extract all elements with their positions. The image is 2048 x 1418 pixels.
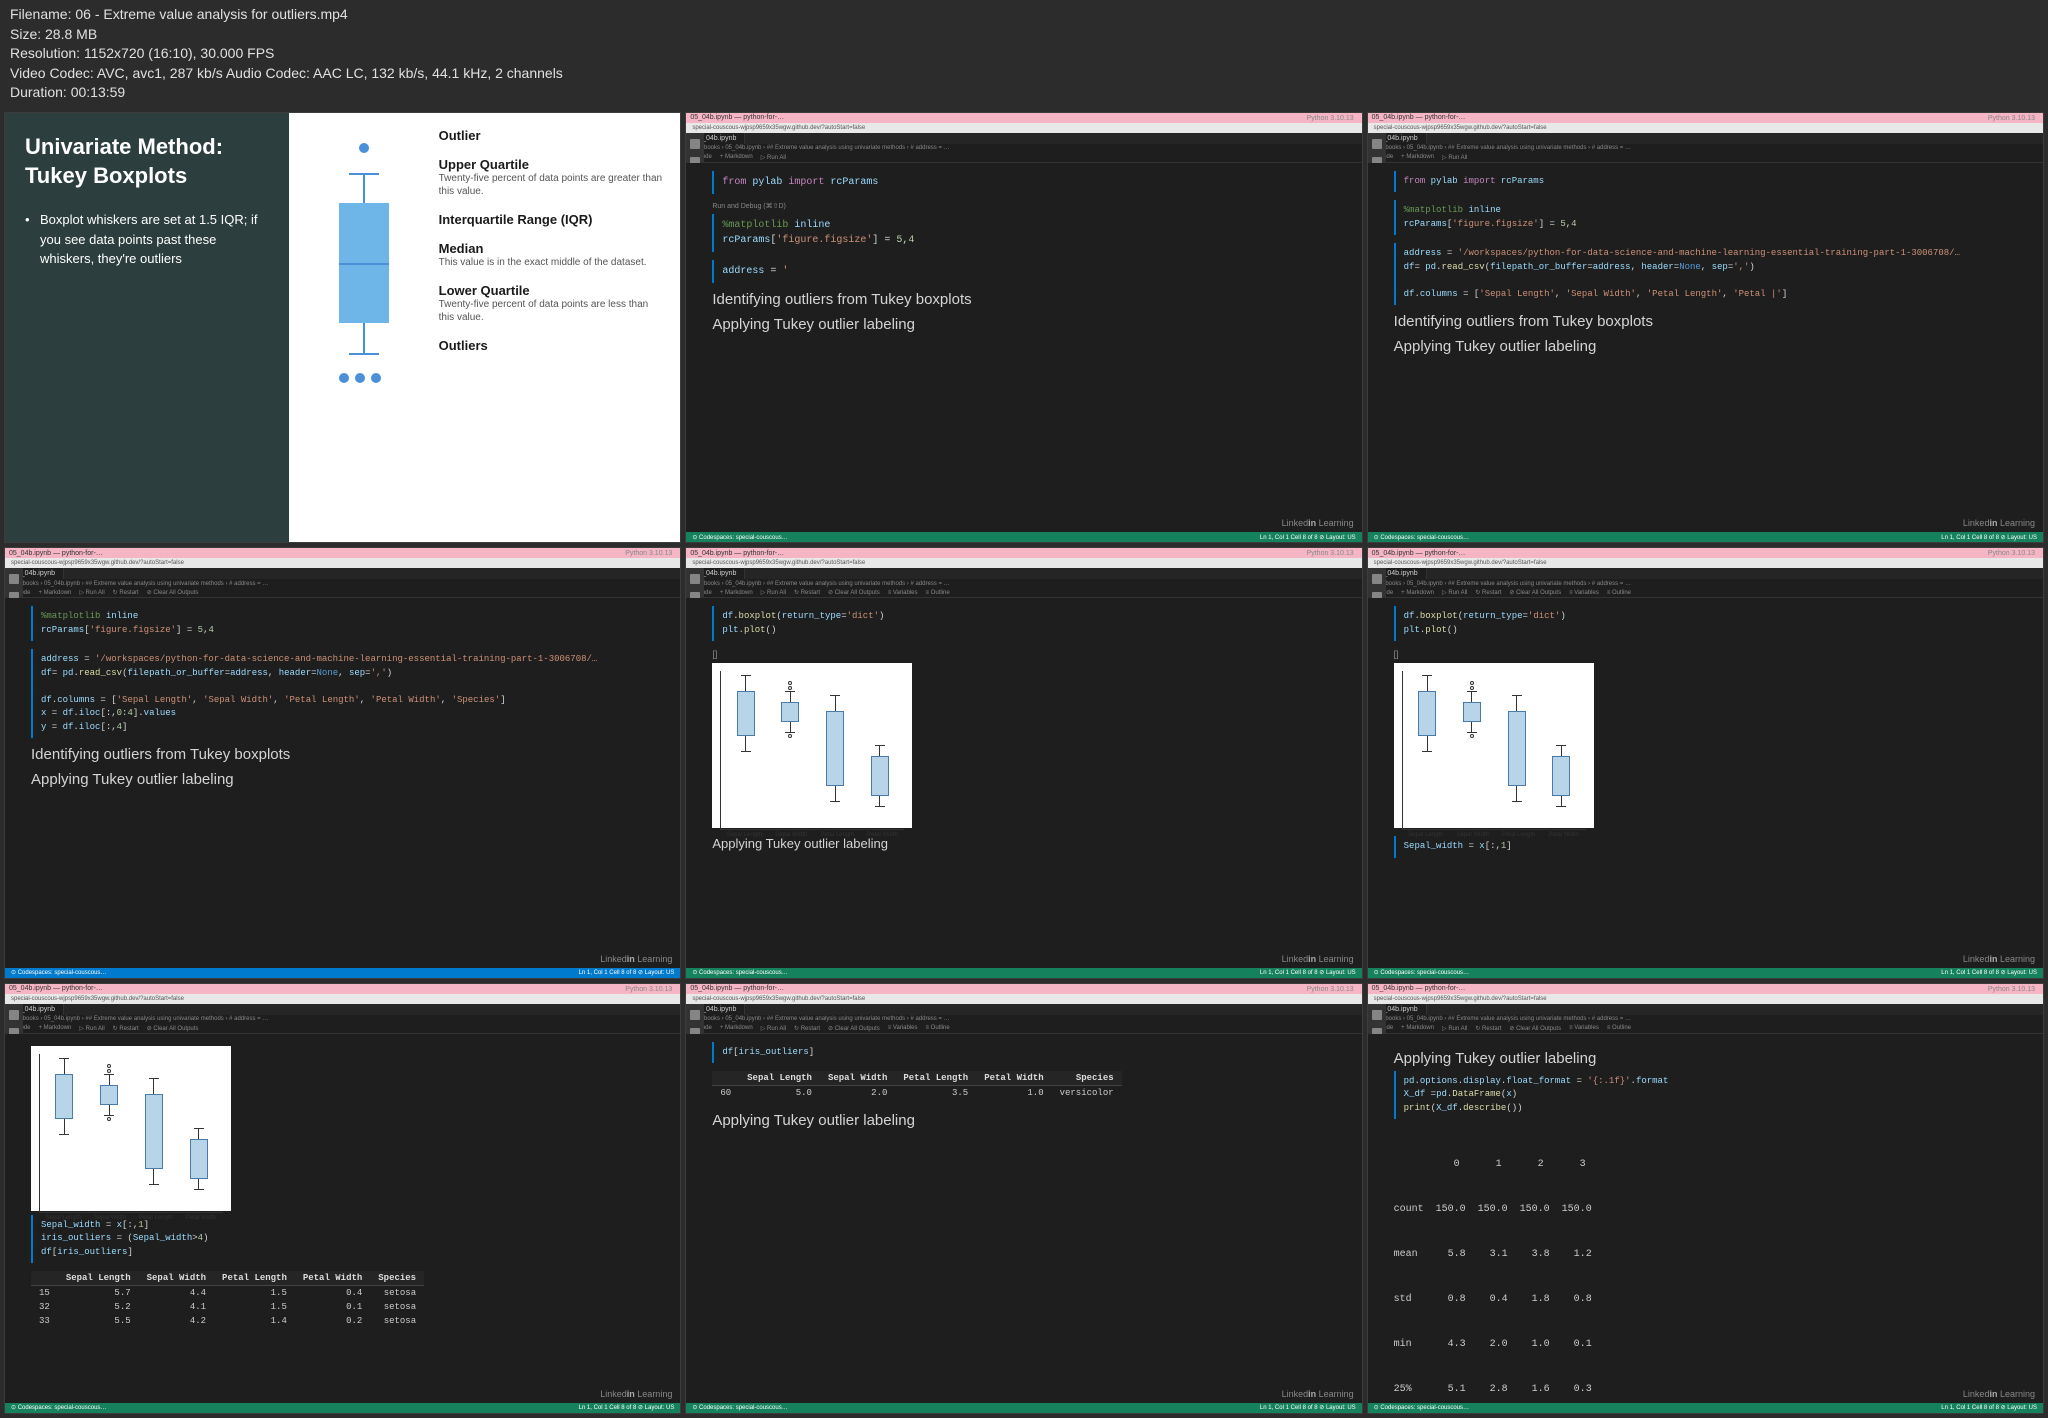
vscode-panel-8: 05_04b.ipynb — python-for-… special-cous… (685, 983, 1362, 1414)
vscode-panel-4: 05_04b.ipynb — python-for-… special-cous… (4, 547, 681, 978)
markdown-heading: Applying Tukey outlier labeling (31, 771, 672, 788)
slide-bullet: Boxplot whiskers are set at 1.5 IQR; if … (25, 210, 269, 269)
markdown-heading: Identifying outliers from Tukey boxplots (31, 746, 672, 763)
code-cell[interactable]: from pylab import rcParams (712, 171, 1353, 194)
titlebar[interactable]: 05_04b.ipynb — python-for-… (686, 113, 1361, 123)
slide-panel: Univariate Method: Tukey Boxplots Boxplo… (4, 112, 681, 543)
linkedin-watermark: Linkedin Learning (600, 1389, 672, 1399)
urlbar[interactable]: special-couscous-wjpsp9659x35wgw.github.… (686, 123, 1361, 133)
notebook-toolbar[interactable]: + Code + Markdown ▷ Run All Python 3.10.… (686, 153, 1361, 163)
markdown-heading: Identifying outliers from Tukey boxplots (712, 291, 1353, 308)
code-cell[interactable]: address = ' (712, 260, 1353, 283)
code-cell[interactable]: Sepal_width = x[:,1] iris_outliers = (Se… (31, 1215, 672, 1264)
boxplot-labels: Outlier Upper QuartileTwenty-five percen… (439, 128, 666, 527)
titlebar[interactable]: 05_04b.ipynb — python-for-… (1368, 113, 2043, 123)
vscode-panel-6: 05_04b.ipynb — python-for-… special-cous… (1367, 547, 2044, 978)
urlbar[interactable]: special-couscous-wjpsp9659x35wgw.github.… (1368, 123, 2043, 133)
code-cell[interactable]: pd.options.display.float_format = '{:.1f… (1394, 1071, 2035, 1120)
breadcrumb[interactable]: notebooks › 05_04b.ipynb › ## Extreme va… (686, 144, 1361, 153)
linkedin-watermark: Linkedin Learning (1963, 1389, 2035, 1399)
code-cell[interactable]: df.boxplot(return_type='dict') plt.plot(… (712, 606, 1353, 641)
slide-title: Univariate Method: Tukey Boxplots (25, 133, 269, 190)
output-table: Sepal LengthSepal WidthPetal LengthPetal… (712, 1071, 1353, 1100)
code-cell[interactable]: address = '/workspaces/python-for-data-s… (1394, 243, 2035, 305)
vscode-panel-5: 05_04b.ipynb — python-for-… special-cous… (685, 547, 1362, 978)
linkedin-watermark: Linkedin Learning (1963, 954, 2035, 964)
boxplot-chart: Sepal LengthSepal WidthPetal LengthPetal… (1394, 663, 1594, 828)
add-markdown-button[interactable]: + Markdown (720, 154, 753, 160)
linkedin-watermark: Linkedin Learning (1963, 518, 2035, 528)
markdown-heading: Applying Tukey outlier labeling (712, 836, 1353, 851)
markdown-heading: Identifying outliers from Tukey boxplots (1394, 313, 2035, 330)
editor-tabs[interactable]: 05_04b.ipynb (686, 133, 1361, 144)
describe-output: 0 1 2 3 count 150.0 150.0 150.0 150.0 me… (1394, 1127, 2035, 1403)
vscode-panel-7: 05_04b.ipynb — python-for-… special-cous… (4, 983, 681, 1414)
markdown-heading: Applying Tukey outlier labeling (712, 316, 1353, 333)
boxplot-chart: Sepal LengthSepal WidthPetal LengthPetal… (31, 1046, 231, 1211)
statusbar[interactable]: ⊙ Codespaces: special-couscous…Ln 1, Col… (686, 532, 1361, 542)
boxplot-diagram (304, 128, 424, 527)
markdown-heading: Applying Tukey outlier labeling (1394, 1050, 2035, 1067)
vscode-panel-3: 05_04b.ipynb — python-for-… special-cous… (1367, 112, 2044, 543)
explorer-icon[interactable] (690, 139, 700, 149)
vscode-panel-9: 05_04b.ipynb — python-for-… special-cous… (1367, 983, 2044, 1414)
code-cell[interactable]: %matplotlib inline rcParams['figure.figs… (712, 214, 1353, 252)
linkedin-watermark: Linkedin Learning (1282, 1389, 1354, 1399)
run-debug-hint: Run and Debug (⌘⇧D) (712, 202, 1353, 210)
code-cell[interactable]: address = '/workspaces/python-for-data-s… (31, 649, 672, 738)
code-cell[interactable]: from pylab import rcParams (1394, 171, 2035, 193)
linkedin-watermark: Linkedin Learning (600, 954, 672, 964)
vscode-panel-2: 05_04b.ipynb — python-for-… special-cous… (685, 112, 1362, 543)
linkedin-watermark: Linkedin Learning (1282, 954, 1354, 964)
code-cell[interactable]: %matplotlib inline rcParams['figure.figs… (1394, 200, 2035, 235)
code-cell[interactable]: Sepal_width = x[:,1] (1394, 836, 2035, 858)
boxplot-chart: Sepal LengthSepal WidthPetal LengthPetal… (712, 663, 912, 828)
kernel-badge[interactable]: Python 3.10.13 (1307, 115, 1354, 122)
markdown-heading: Applying Tukey outlier labeling (712, 1112, 1353, 1129)
markdown-heading: Applying Tukey outlier labeling (1394, 338, 2035, 355)
file-metadata: Filename: 06 - Extreme value analysis fo… (0, 0, 2048, 108)
code-cell[interactable]: df.boxplot(return_type='dict') plt.plot(… (1394, 606, 2035, 641)
code-cell[interactable]: %matplotlib inline rcParams['figure.figs… (31, 606, 672, 641)
runall-button[interactable]: ▷ Run All (761, 154, 786, 161)
linkedin-watermark: Linkedin Learning (1282, 518, 1354, 528)
cell-output-marker: [] (712, 649, 1353, 659)
code-cell[interactable]: df[iris_outliers] (712, 1042, 1353, 1064)
output-table: Sepal LengthSepal WidthPetal LengthPetal… (31, 1271, 672, 1328)
